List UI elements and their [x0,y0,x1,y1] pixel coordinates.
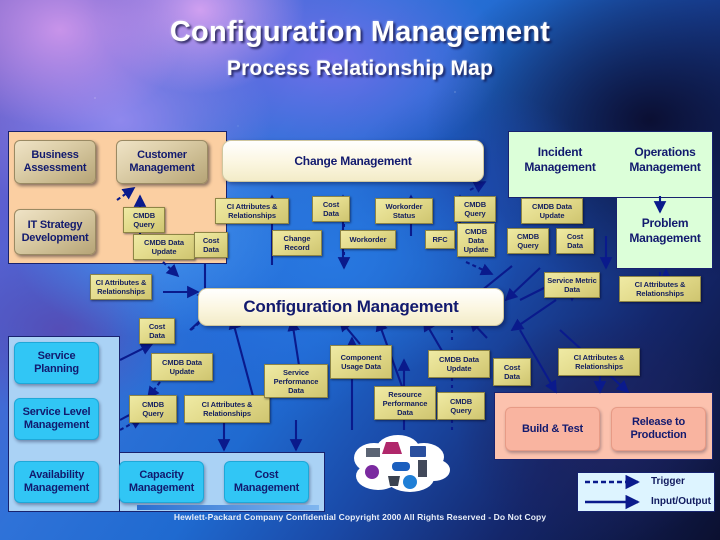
slide-canvas: Configuration Management Process Relatio… [0,0,720,540]
legend-label-trigger: Trigger [651,476,685,487]
footer-accent-bar [137,505,319,510]
footer-text: Hewlett-Packard Company Confidential Cop… [173,512,547,522]
legend-arrows [585,474,640,510]
legend-label-input-output: Input/Output [651,496,711,507]
